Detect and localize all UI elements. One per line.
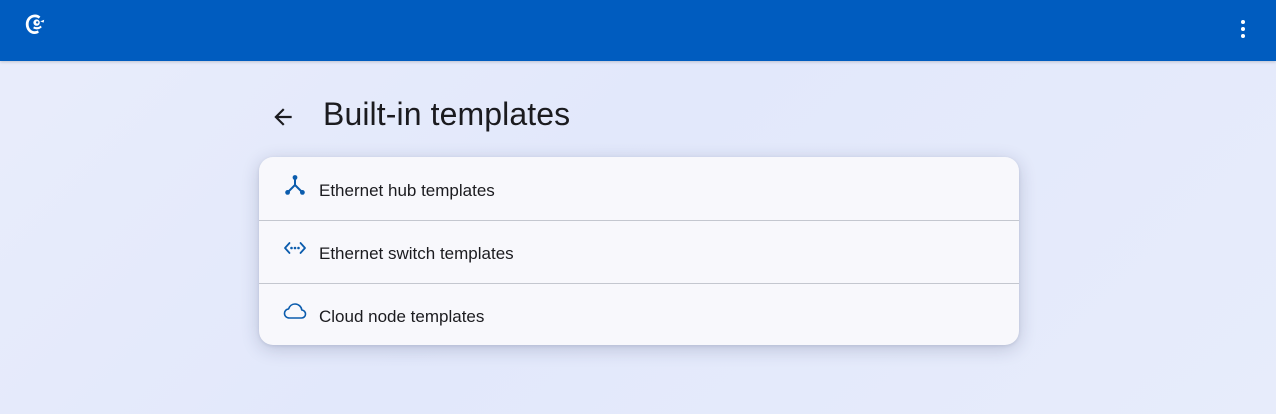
top-app-bar xyxy=(0,0,1276,61)
templates-list: Ethernet hub templates Ethernet switch t… xyxy=(259,157,1019,345)
list-item-cloud-node[interactable]: Cloud node templates xyxy=(259,283,1019,345)
list-item-ethernet-switch[interactable]: Ethernet switch templates xyxy=(259,220,1019,283)
back-arrow-icon[interactable] xyxy=(270,104,296,130)
cloud-icon xyxy=(283,303,307,319)
hub-icon xyxy=(285,175,305,195)
list-item-label: Cloud node templates xyxy=(319,307,485,326)
switch-icon xyxy=(284,242,306,254)
gns3-logo-icon[interactable] xyxy=(24,13,46,37)
more-options-icon[interactable] xyxy=(1231,17,1255,41)
list-item-label: Ethernet hub templates xyxy=(319,181,495,200)
list-item-label: Ethernet switch templates xyxy=(319,244,514,263)
list-item-ethernet-hub[interactable]: Ethernet hub templates xyxy=(259,157,1019,220)
page-title: Built-in templates xyxy=(323,96,571,132)
